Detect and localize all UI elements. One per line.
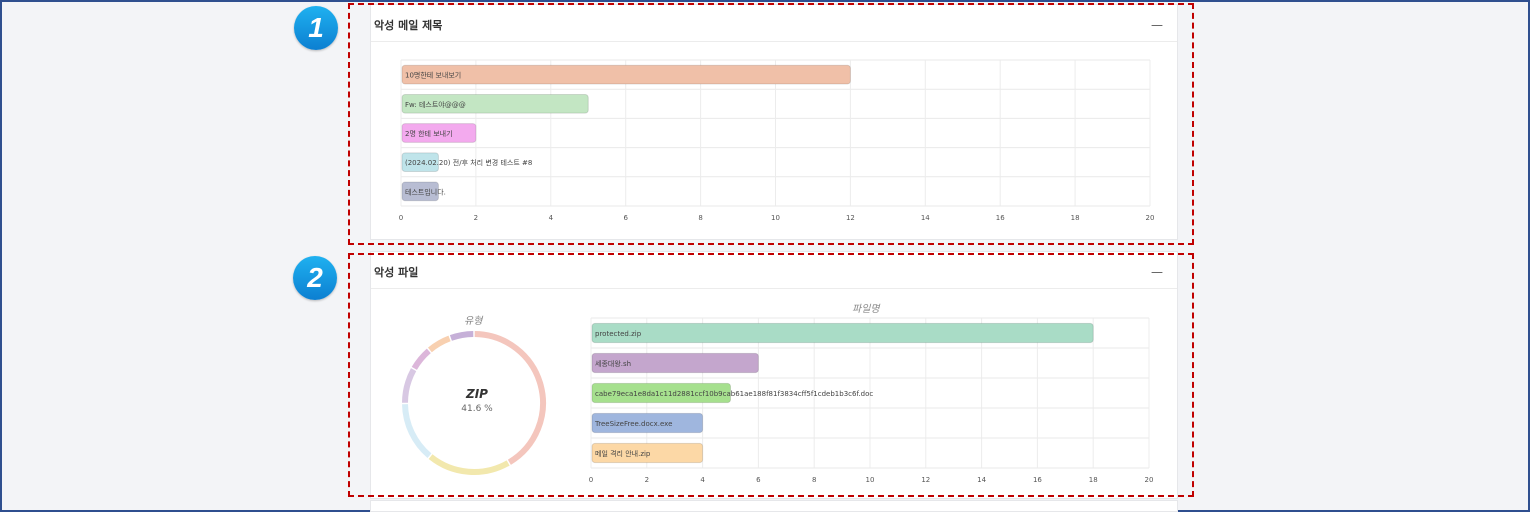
highlight-box-1 [348, 3, 1194, 245]
next-panel-edge [370, 500, 1178, 512]
step-badge-1: 1 [294, 6, 338, 50]
step-badge-2: 2 [293, 256, 337, 300]
highlight-box-2 [348, 253, 1194, 497]
